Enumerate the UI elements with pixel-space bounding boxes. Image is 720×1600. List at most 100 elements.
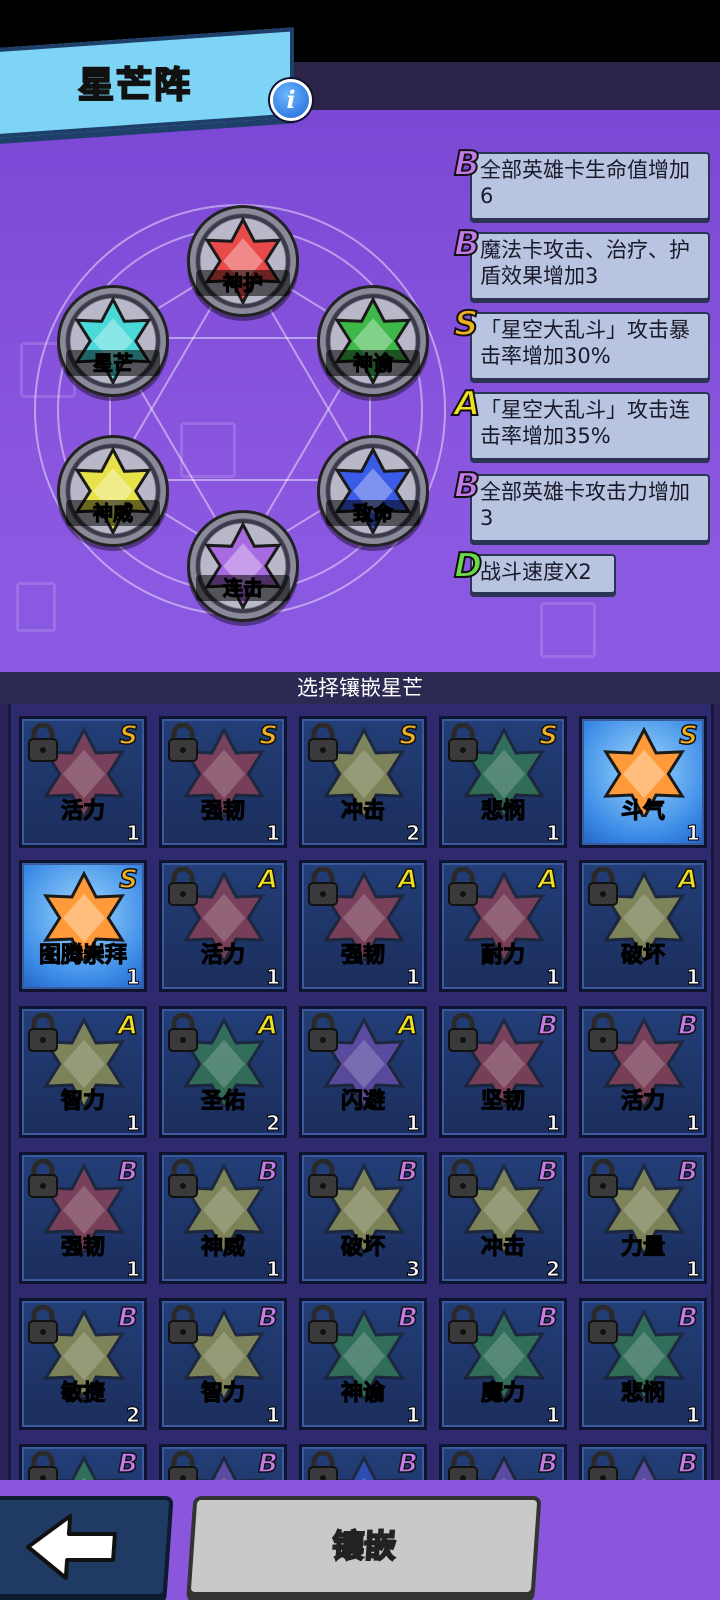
star-card[interactable]: B (19, 1444, 147, 1480)
card-grade-badge: A (397, 864, 419, 896)
lock-icon (448, 1013, 478, 1052)
bonus-grade-badge: A (453, 383, 481, 425)
card-grade-badge: S (259, 720, 279, 752)
card-count: 1 (406, 965, 421, 990)
formation-slot-shenyu[interactable]: 神谕 (317, 285, 429, 397)
card-grade-badge: B (537, 1156, 558, 1188)
star-card[interactable]: S 斗气 1 (579, 716, 707, 848)
lock-icon (168, 723, 198, 762)
formation-slot-zhiming[interactable]: 致命 (317, 435, 429, 547)
star-card[interactable]: B (579, 1444, 707, 1480)
embed-button[interactable]: 镶嵌 (186, 1496, 542, 1596)
card-grade-badge: B (257, 1302, 278, 1334)
lock-icon (28, 1305, 58, 1344)
star-card[interactable]: B 冲击 2 (439, 1152, 567, 1284)
card-count: 3 (406, 1257, 421, 1282)
bonus-effect-text: 全部英雄卡生命值增加6 (470, 152, 710, 220)
star-card[interactable]: S 图腾崇拜 1 (19, 860, 147, 992)
lock-icon (168, 1159, 198, 1198)
lock-icon (588, 1305, 618, 1344)
card-grade-badge: B (677, 1156, 698, 1188)
star-card[interactable]: B 坚韧 1 (439, 1006, 567, 1138)
lock-icon (448, 1159, 478, 1198)
card-grade-badge: B (677, 1302, 698, 1334)
formation-slot-shenwei[interactable]: 神威 (57, 435, 169, 547)
card-count: 2 (126, 1403, 141, 1428)
lock-icon (28, 723, 58, 762)
card-count: 1 (546, 821, 561, 846)
card-grade-badge: S (399, 720, 419, 752)
lock-icon (168, 1451, 198, 1480)
card-count: 2 (546, 1257, 561, 1282)
card-count: 1 (686, 821, 701, 846)
card-grade-badge: B (257, 1448, 278, 1480)
card-grade-badge: A (397, 1010, 419, 1042)
card-count: 1 (126, 1257, 141, 1282)
bonus-grade-badge: B (453, 465, 481, 507)
bonus-effect-text: 战斗速度X2 (470, 554, 616, 594)
formation-slot-lianji[interactable]: 连击 (187, 510, 299, 622)
star-card[interactable]: A 活力 1 (159, 860, 287, 992)
card-count: 1 (266, 1257, 281, 1282)
lock-icon (588, 1013, 618, 1052)
star-card[interactable]: A 耐力 1 (439, 860, 567, 992)
star-card[interactable]: B 神谕 1 (299, 1298, 427, 1430)
card-count: 1 (266, 965, 281, 990)
star-card[interactable]: A 圣佑 2 (159, 1006, 287, 1138)
star-card[interactable]: B 破坏 3 (299, 1152, 427, 1284)
star-card[interactable]: A 破坏 1 (579, 860, 707, 992)
card-grade-badge: B (397, 1302, 418, 1334)
star-card[interactable]: S 活力 1 (19, 716, 147, 848)
star-card[interactable]: B 魔力 1 (439, 1298, 567, 1430)
star-card[interactable]: B (299, 1444, 427, 1480)
card-grade-badge: A (677, 864, 699, 896)
section-title: 选择镶嵌星芒 (0, 672, 720, 704)
bonus-grade-badge: D (453, 545, 483, 587)
star-card[interactable]: B 神威 1 (159, 1152, 287, 1284)
star-card[interactable]: A 强韧 1 (299, 860, 427, 992)
card-grade-badge: B (397, 1448, 418, 1480)
star-card[interactable]: B 智力 1 (159, 1298, 287, 1430)
card-grade-badge: S (119, 864, 139, 896)
star-card[interactable]: B 力量 1 (579, 1152, 707, 1284)
card-grade-badge: S (539, 720, 559, 752)
formation-slot-label: 星芒 (66, 350, 160, 376)
formation-slot-label: 致命 (326, 500, 420, 526)
star-card[interactable]: A 智力 1 (19, 1006, 147, 1138)
formation-slot-xingmang[interactable]: 星芒 (57, 285, 169, 397)
star-card[interactable]: S 悲悯 1 (439, 716, 567, 848)
lock-icon (308, 1013, 338, 1052)
card-grade-badge: B (397, 1156, 418, 1188)
card-count: 1 (546, 1403, 561, 1428)
star-card[interactable]: B (159, 1444, 287, 1480)
lock-icon (308, 1159, 338, 1198)
lock-icon (448, 1451, 478, 1480)
info-icon[interactable]: i (270, 79, 312, 121)
card-grade-badge: B (117, 1302, 138, 1334)
lock-icon (308, 723, 338, 762)
bonus-effect-text: 全部英雄卡攻击力增加3 (470, 474, 710, 542)
star-card[interactable]: B 活力 1 (579, 1006, 707, 1138)
back-button[interactable] (0, 1496, 174, 1598)
star-card[interactable]: A 闪避 1 (299, 1006, 427, 1138)
lock-icon (28, 1159, 58, 1198)
bonus-grade-badge: B (453, 223, 481, 265)
lock-icon (448, 867, 478, 906)
star-card[interactable]: B (439, 1444, 567, 1480)
star-card[interactable]: B 强韧 1 (19, 1152, 147, 1284)
card-count: 1 (406, 1111, 421, 1136)
lock-icon (588, 1159, 618, 1198)
card-count: 2 (266, 1111, 281, 1136)
card-grid-area: S 活力 1 S 强韧 1 S 冲击 2 S 悲悯 1 S 斗气 1 S 图腾崇拜 1 A 活力 1 (0, 704, 720, 1480)
formation-slot-label: 连击 (196, 575, 290, 601)
star-card[interactable]: S 冲击 2 (299, 716, 427, 848)
card-grade-badge: S (679, 720, 699, 752)
card-count: 1 (266, 821, 281, 846)
lock-icon (308, 867, 338, 906)
star-card[interactable]: B 悲悯 1 (579, 1298, 707, 1430)
formation-slot-shenhu[interactable]: 神护 (187, 205, 299, 317)
formation-slot-label: 神威 (66, 500, 160, 526)
star-card[interactable]: S 强韧 1 (159, 716, 287, 848)
star-card[interactable]: B 敏捷 2 (19, 1298, 147, 1430)
lock-icon (168, 1305, 198, 1344)
